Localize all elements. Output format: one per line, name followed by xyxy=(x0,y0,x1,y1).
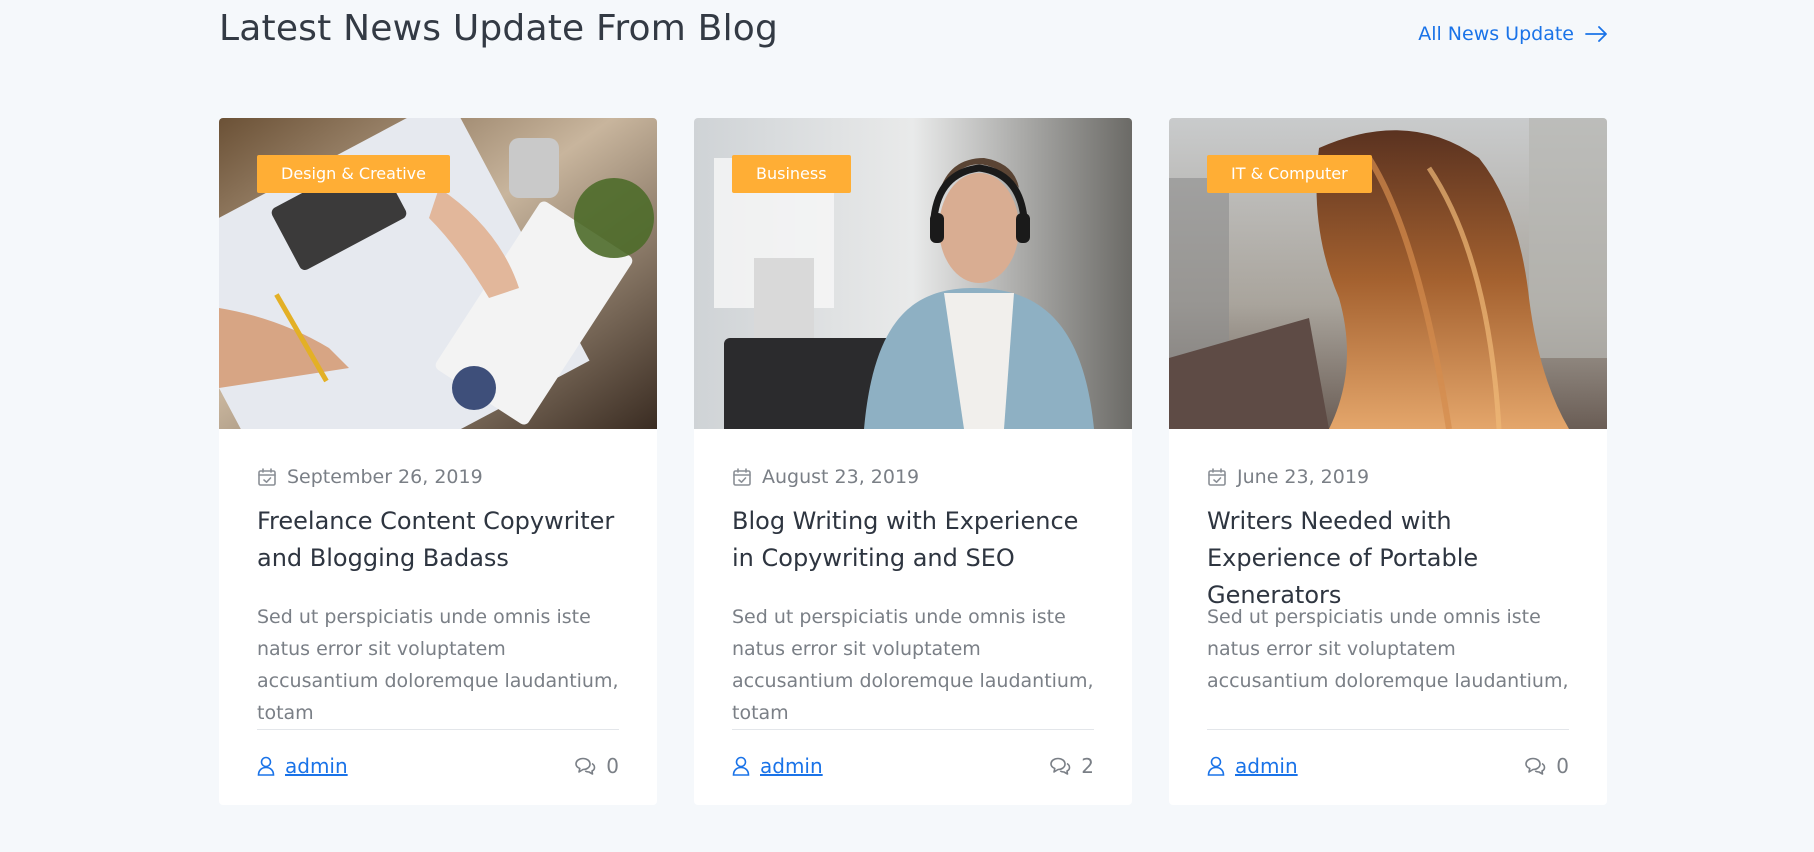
post-date: September 26, 2019 xyxy=(257,463,619,491)
post-title[interactable]: Writers Needed with Experience of Portab… xyxy=(1207,503,1569,609)
comments-icon xyxy=(575,757,596,775)
post-title[interactable]: Freelance Content Copywriter and Bloggin… xyxy=(257,503,619,577)
section-title: Latest News Update From Blog xyxy=(219,8,779,49)
post-excerpt: Sed ut perspiciatis unde omnis iste natu… xyxy=(1207,606,1569,692)
category-badge[interactable]: IT & Computer xyxy=(1207,155,1372,193)
post-date-text: August 23, 2019 xyxy=(762,466,920,488)
post-date-text: June 23, 2019 xyxy=(1237,466,1370,488)
post-author-link[interactable]: admin xyxy=(257,754,348,778)
card-divider xyxy=(1207,729,1569,730)
post-author-name: admin xyxy=(760,754,823,778)
post-author-link[interactable]: admin xyxy=(732,754,823,778)
post-thumbnail[interactable]: Business xyxy=(694,118,1132,429)
post-comments[interactable]: 0 xyxy=(574,754,619,778)
all-news-update-link[interactable]: All News Update xyxy=(1418,21,1608,47)
post-date: August 23, 2019 xyxy=(732,463,1094,491)
card-divider xyxy=(732,729,1094,730)
calendar-check-icon xyxy=(258,468,276,486)
post-author-link[interactable]: admin xyxy=(1207,754,1298,778)
comments-icon xyxy=(1525,757,1546,775)
comments-icon xyxy=(1050,757,1071,775)
blog-card: Business August 23, 2019 Blog Writing wi… xyxy=(694,118,1132,805)
blog-card: IT & Computer June 23, 2019 Writers Need… xyxy=(1169,118,1607,805)
user-icon xyxy=(732,756,750,776)
post-meta: admin 0 xyxy=(257,751,619,781)
card-divider xyxy=(257,729,619,730)
post-title[interactable]: Blog Writing with Experience in Copywrit… xyxy=(732,503,1094,577)
all-news-update-label: All News Update xyxy=(1418,23,1574,45)
post-date-text: September 26, 2019 xyxy=(287,466,483,488)
post-meta: admin 2 xyxy=(732,751,1094,781)
post-excerpt: Sed ut perspiciatis unde omnis iste natu… xyxy=(257,606,619,724)
post-comments[interactable]: 0 xyxy=(1524,754,1569,778)
category-badge[interactable]: Business xyxy=(732,155,851,193)
post-comments[interactable]: 2 xyxy=(1049,754,1094,778)
post-author-name: admin xyxy=(285,754,348,778)
user-icon xyxy=(1207,756,1225,776)
post-comment-count: 2 xyxy=(1081,754,1094,778)
category-badge[interactable]: Design & Creative xyxy=(257,155,450,193)
post-comment-count: 0 xyxy=(1556,754,1569,778)
post-comment-count: 0 xyxy=(606,754,619,778)
blog-cards: Design & Creative September 26, 2019 Fre… xyxy=(219,118,1607,805)
post-meta: admin 0 xyxy=(1207,751,1569,781)
calendar-check-icon xyxy=(1208,468,1226,486)
calendar-check-icon xyxy=(733,468,751,486)
post-author-name: admin xyxy=(1235,754,1298,778)
post-thumbnail[interactable]: IT & Computer xyxy=(1169,118,1607,429)
post-date: June 23, 2019 xyxy=(1207,463,1569,491)
blog-card: Design & Creative September 26, 2019 Fre… xyxy=(219,118,657,805)
arrow-right-icon xyxy=(1585,26,1607,42)
post-excerpt: Sed ut perspiciatis unde omnis iste natu… xyxy=(732,606,1094,724)
post-thumbnail[interactable]: Design & Creative xyxy=(219,118,657,429)
user-icon xyxy=(257,756,275,776)
